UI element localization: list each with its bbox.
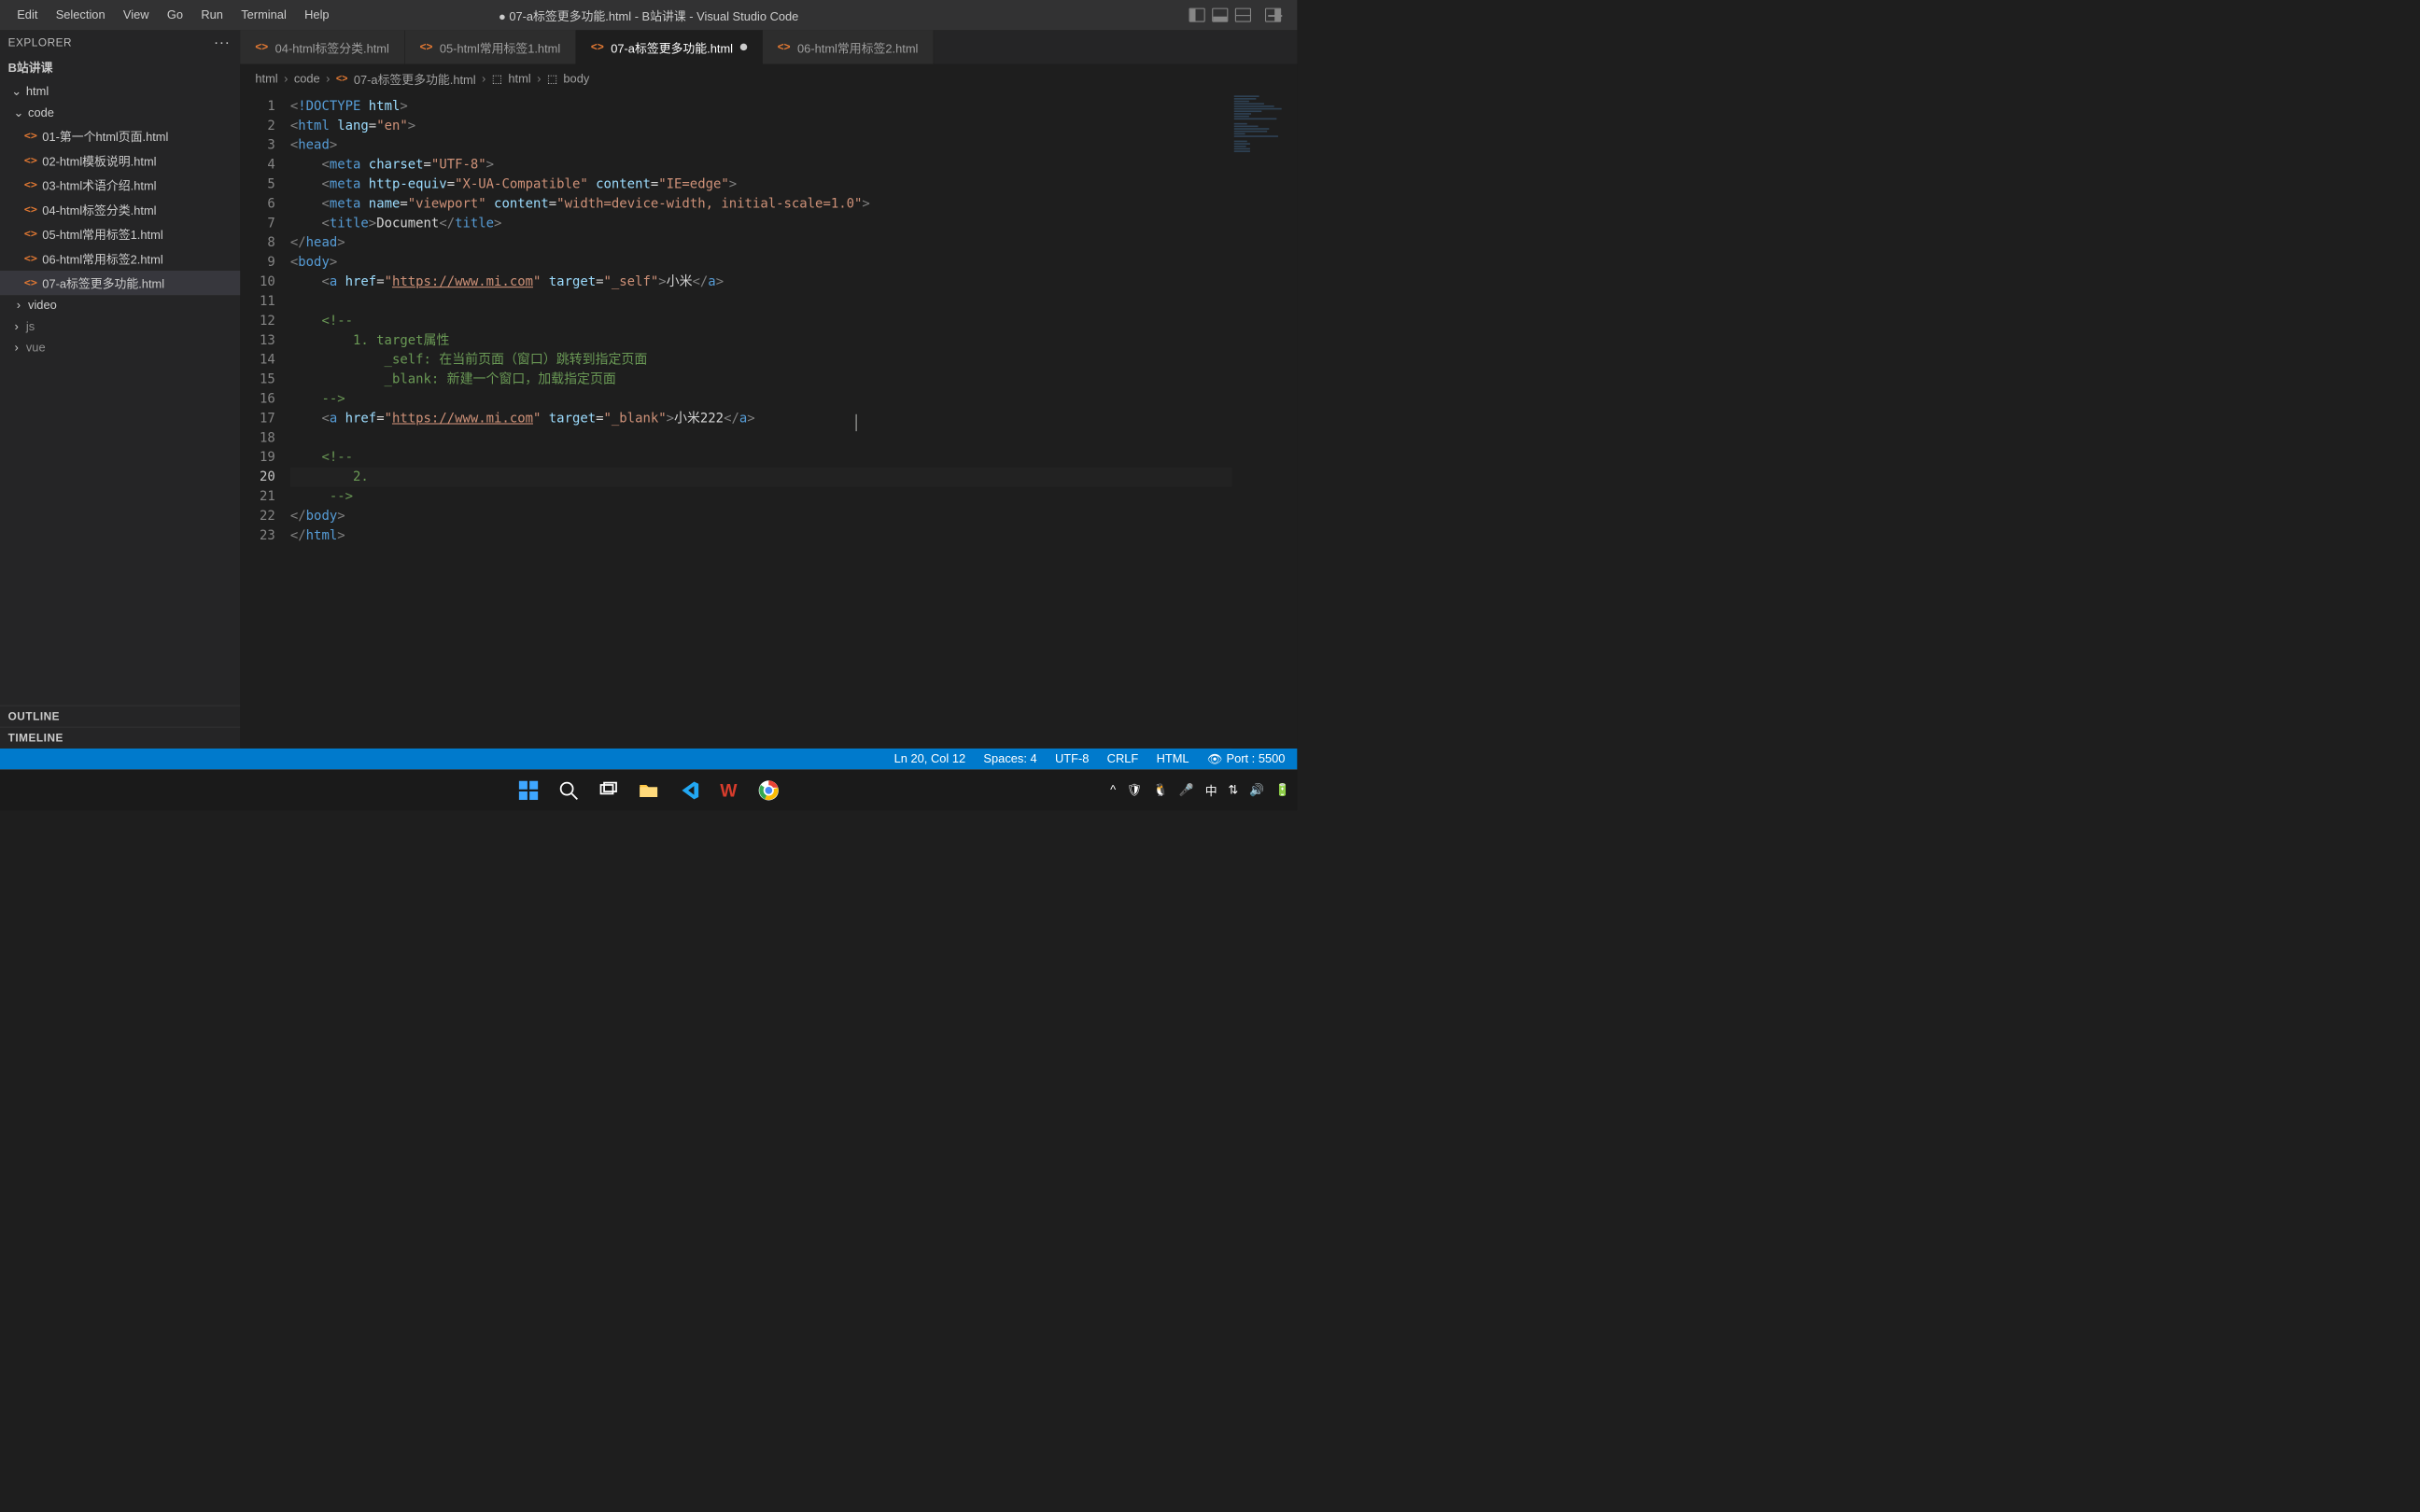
editor-area: <>04-html标签分类.html <>05-html常用标签1.html <… bbox=[240, 30, 1297, 749]
text-cursor bbox=[856, 414, 857, 431]
windows-taskbar: W ^ 🛡 🐧 🎤 中 ⇅ 🔊 🔋 bbox=[0, 769, 1297, 810]
chevron-down-icon: ⌄ bbox=[14, 105, 23, 120]
breadcrumb-item[interactable]: code bbox=[294, 72, 320, 86]
explorer-sidebar: EXPLORER ··· B站讲课 ⌄html ⌄code <>01-第一个ht… bbox=[0, 30, 240, 749]
broadcast-icon: 👁 bbox=[1207, 751, 1222, 766]
outline-section[interactable]: OUTLINE bbox=[0, 706, 240, 727]
folder-js[interactable]: ›js bbox=[0, 316, 240, 338]
chevron-right-icon: › bbox=[12, 341, 21, 355]
file-02[interactable]: <>02-html模板说明.html bbox=[0, 148, 240, 173]
chevron-right-icon: › bbox=[12, 320, 21, 334]
breadcrumb-item[interactable]: body bbox=[563, 72, 589, 86]
project-name[interactable]: B站讲课 bbox=[0, 55, 240, 78]
html-file-icon: <> bbox=[24, 154, 37, 166]
chevron-right-icon: › bbox=[14, 299, 23, 313]
code-editor[interactable]: <!DOCTYPE html> <html lang="en"> <head> … bbox=[290, 93, 1232, 749]
menu-view[interactable]: View bbox=[114, 5, 158, 24]
line-gutter[interactable]: 1234567891011121314151617181920212223 bbox=[240, 93, 290, 749]
customize-layout-icon[interactable] bbox=[1235, 8, 1251, 22]
layout-secondary-sidebar-icon[interactable] bbox=[1265, 8, 1281, 22]
file-01[interactable]: <>01-第一个html页面.html bbox=[0, 123, 240, 147]
status-encoding[interactable]: UTF-8 bbox=[1055, 752, 1089, 766]
chrome-icon[interactable] bbox=[754, 776, 783, 805]
file-04[interactable]: <>04-html标签分类.html bbox=[0, 197, 240, 221]
html-file-icon: <> bbox=[24, 178, 37, 190]
menu-go[interactable]: Go bbox=[158, 5, 191, 24]
folder-video[interactable]: ›video bbox=[0, 295, 240, 316]
layout-panel-icon[interactable] bbox=[1212, 8, 1228, 22]
menu-edit[interactable]: Edit bbox=[8, 5, 47, 24]
html-file-icon: <> bbox=[420, 40, 433, 53]
html-file-icon: <> bbox=[591, 40, 604, 53]
status-spaces[interactable]: Spaces: 4 bbox=[983, 752, 1036, 766]
html-file-icon: <> bbox=[24, 130, 37, 142]
menu-run[interactable]: Run bbox=[192, 5, 232, 24]
timeline-section[interactable]: TIMELINE bbox=[0, 727, 240, 749]
html-file-icon: <> bbox=[24, 276, 37, 288]
ime-icon[interactable]: 中 bbox=[1205, 781, 1217, 799]
tab-04[interactable]: <>04-html标签分类.html bbox=[240, 30, 404, 63]
system-tray[interactable]: ^ 🛡 🐧 🎤 中 ⇅ 🔊 🔋 bbox=[1110, 781, 1290, 799]
search-icon[interactable] bbox=[554, 776, 583, 805]
file-tree: ⌄html ⌄code <>01-第一个html页面.html <>02-htm… bbox=[0, 78, 240, 706]
html-file-icon: <> bbox=[778, 40, 791, 53]
chevron-down-icon: ⌄ bbox=[12, 84, 21, 99]
folder-html[interactable]: ⌄html bbox=[0, 80, 240, 102]
tab-07[interactable]: <>07-a标签更多功能.html bbox=[576, 30, 763, 63]
modified-dot-icon bbox=[740, 44, 748, 51]
status-port[interactable]: 👁Port : 5500 bbox=[1207, 751, 1286, 766]
tray-app-icon[interactable]: 🐧 bbox=[1153, 783, 1168, 798]
html-file-icon: <> bbox=[24, 252, 37, 264]
breadcrumb-item[interactable]: 07-a标签更多功能.html bbox=[354, 70, 476, 88]
menu-help[interactable]: Help bbox=[295, 5, 338, 24]
tag-icon: ⬚ bbox=[492, 72, 502, 85]
folder-code[interactable]: ⌄code bbox=[0, 102, 240, 123]
wps-icon[interactable]: W bbox=[714, 776, 743, 805]
explorer-more-icon[interactable]: ··· bbox=[214, 39, 231, 45]
tag-icon: ⬚ bbox=[547, 72, 557, 85]
volume-icon[interactable]: 🔊 bbox=[1249, 783, 1264, 798]
tab-05[interactable]: <>05-html常用标签1.html bbox=[404, 30, 575, 63]
vscode-icon[interactable] bbox=[674, 776, 703, 805]
html-file-icon: <> bbox=[336, 73, 348, 84]
breadcrumb-item[interactable]: html bbox=[255, 72, 277, 86]
window-title: ● 07-a标签更多功能.html - B站讲课 - Visual Studio… bbox=[499, 7, 798, 24]
minimap[interactable] bbox=[1232, 93, 1298, 749]
menu-terminal[interactable]: Terminal bbox=[232, 5, 296, 24]
menu-selection[interactable]: Selection bbox=[47, 5, 114, 24]
tray-app-icon[interactable]: 🛡 bbox=[1127, 783, 1142, 798]
status-language[interactable]: HTML bbox=[1157, 752, 1189, 766]
battery-icon[interactable]: 🔋 bbox=[1275, 783, 1290, 798]
status-eol[interactable]: CRLF bbox=[1107, 752, 1139, 766]
html-file-icon: <> bbox=[24, 203, 37, 216]
wifi-icon[interactable]: ⇅ bbox=[1228, 783, 1238, 798]
start-button[interactable] bbox=[514, 776, 542, 805]
task-view-icon[interactable] bbox=[594, 776, 623, 805]
breadcrumbs[interactable]: html› code› <>07-a标签更多功能.html› ⬚html› ⬚b… bbox=[240, 64, 1297, 94]
tab-06[interactable]: <>06-html常用标签2.html bbox=[763, 30, 934, 63]
file-07[interactable]: <>07-a标签更多功能.html bbox=[0, 271, 240, 295]
breadcrumb-item[interactable]: html bbox=[508, 72, 530, 86]
tray-expand-icon[interactable]: ^ bbox=[1110, 783, 1116, 797]
menubar: Edit Selection View Go Run Terminal Help… bbox=[0, 0, 1297, 30]
status-position[interactable]: Ln 20, Col 12 bbox=[894, 752, 966, 766]
html-file-icon: <> bbox=[255, 40, 268, 53]
file-06[interactable]: <>06-html常用标签2.html bbox=[0, 246, 240, 271]
file-explorer-icon[interactable] bbox=[634, 776, 663, 805]
file-03[interactable]: <>03-html术语介绍.html bbox=[0, 173, 240, 197]
status-bar: Ln 20, Col 12 Spaces: 4 UTF-8 CRLF HTML … bbox=[0, 749, 1297, 770]
layout-primary-sidebar-icon[interactable] bbox=[1189, 8, 1205, 22]
explorer-title: EXPLORER bbox=[8, 36, 73, 49]
microphone-icon[interactable]: 🎤 bbox=[1179, 783, 1194, 798]
html-file-icon: <> bbox=[24, 228, 37, 240]
editor-tabs: <>04-html标签分类.html <>05-html常用标签1.html <… bbox=[240, 30, 1297, 63]
folder-vue[interactable]: ›vue bbox=[0, 337, 240, 358]
file-05[interactable]: <>05-html常用标签1.html bbox=[0, 221, 240, 245]
